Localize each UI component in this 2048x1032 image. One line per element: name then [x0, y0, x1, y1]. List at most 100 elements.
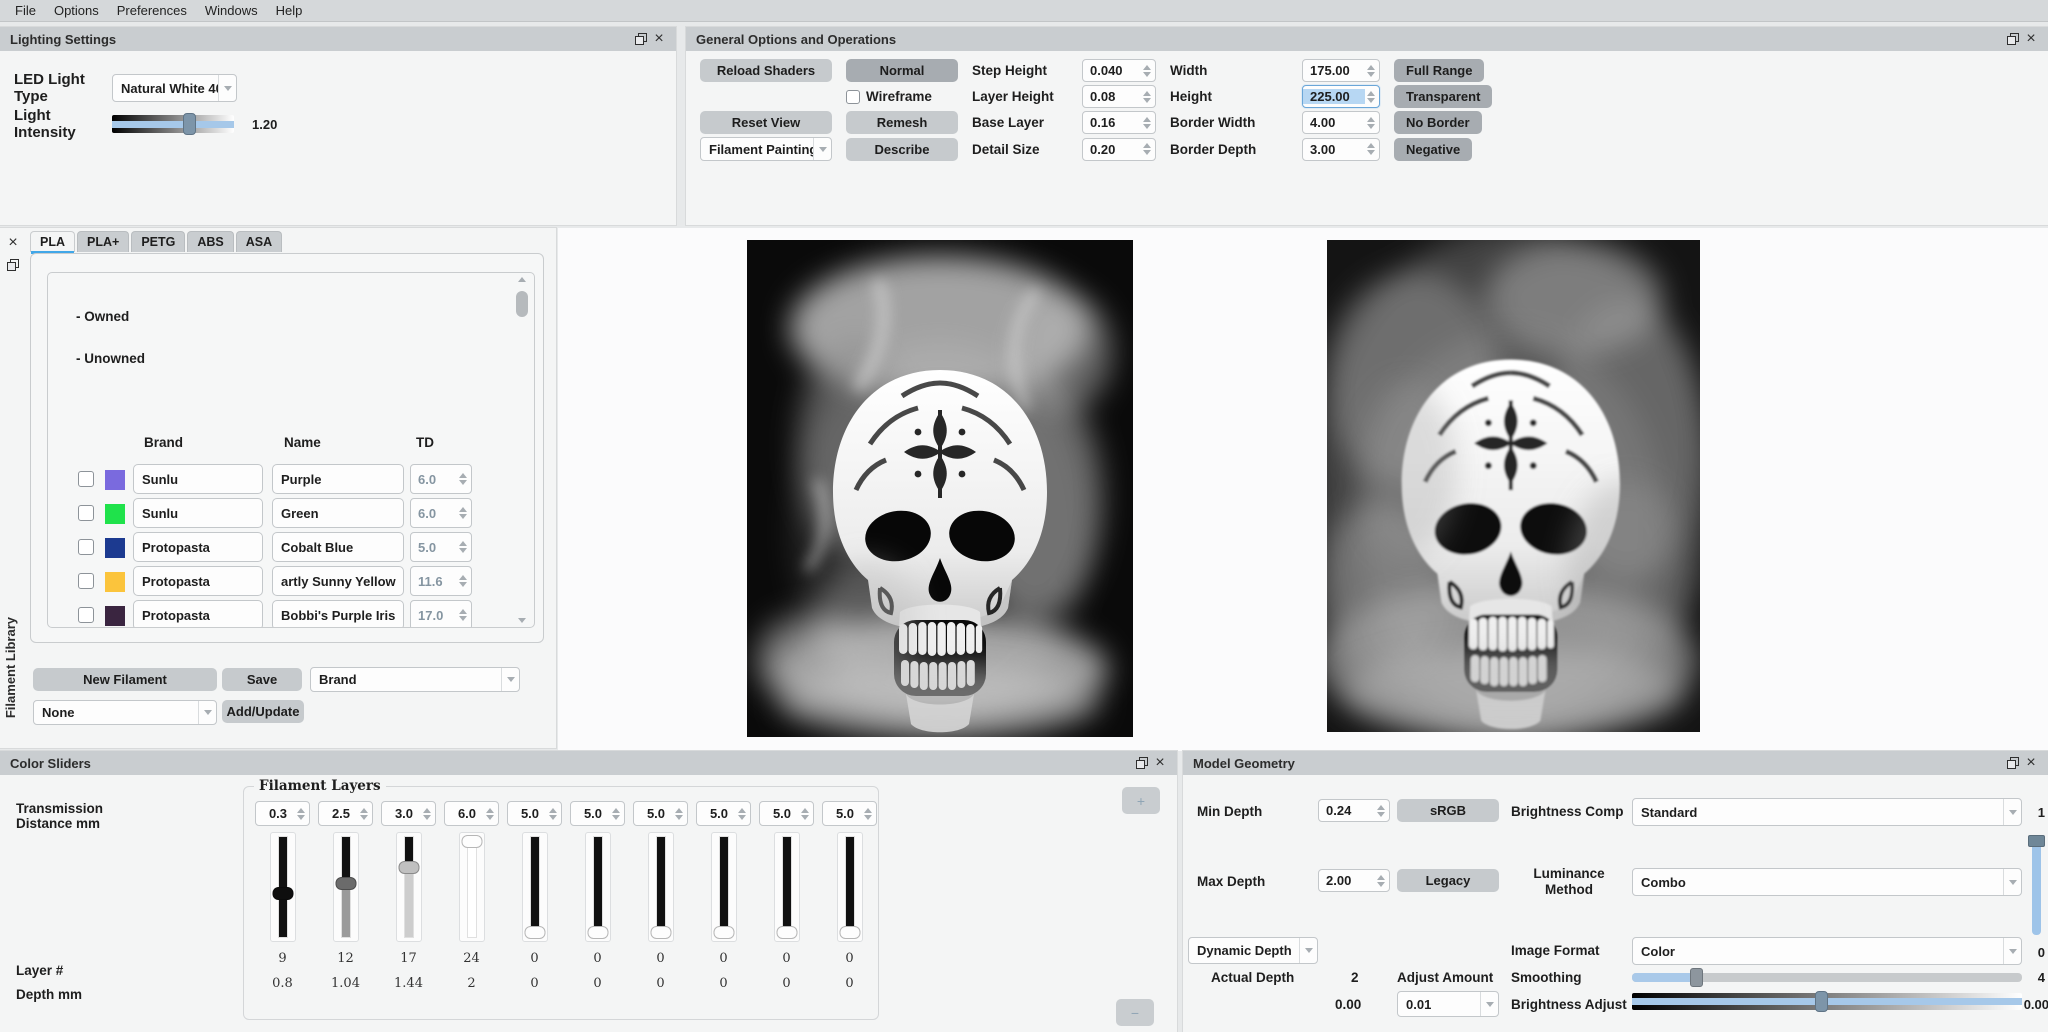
lighting-settings-titlebar[interactable]: Lighting Settings ×	[0, 27, 676, 51]
spin-arrows-icon[interactable]	[673, 808, 687, 820]
spin-arrows-icon[interactable]	[358, 808, 372, 820]
layer-slider-handle[interactable]	[650, 926, 671, 939]
spin-arrows-icon[interactable]	[457, 473, 471, 485]
float-icon[interactable]	[1133, 754, 1151, 772]
spin-arrows-icon[interactable]	[295, 808, 309, 820]
spin-arrows-icon[interactable]	[1365, 65, 1379, 77]
layer-slider-handle[interactable]	[839, 926, 860, 939]
srgb-button[interactable]: sRGB	[1397, 799, 1499, 822]
layer-slider[interactable]	[333, 832, 359, 942]
filament-checkbox[interactable]	[78, 539, 94, 555]
td-spinbox[interactable]: 5.0	[410, 532, 472, 562]
full-range-button[interactable]: Full Range	[1394, 59, 1484, 82]
brightness-comp-select[interactable]: Standard	[1632, 798, 2022, 826]
scrollbar-thumb[interactable]	[516, 291, 528, 317]
filament-color-swatch[interactable]	[105, 538, 125, 558]
filament-list-scrollbar[interactable]	[515, 277, 530, 623]
base-layer-spinbox[interactable]: 0.16	[1082, 111, 1156, 134]
spin-arrows-icon[interactable]	[1365, 117, 1379, 129]
brand-input[interactable]: Protopasta	[133, 532, 263, 562]
layer-depth-spinbox[interactable]: 3.0	[381, 801, 436, 826]
menu-options[interactable]: Options	[45, 1, 108, 20]
layer-slider-handle[interactable]	[461, 835, 482, 848]
layer-depth-spinbox[interactable]: 5.0	[696, 801, 751, 826]
tab-pla[interactable]: PLA	[30, 231, 75, 252]
filament-color-swatch[interactable]	[105, 606, 125, 626]
name-input[interactable]: Cobalt Blue	[272, 532, 404, 562]
close-icon[interactable]: ×	[650, 30, 668, 48]
scroll-up-icon[interactable]	[518, 277, 526, 282]
tab-pla-plus[interactable]: PLA+	[77, 231, 129, 252]
filament-checkbox[interactable]	[78, 505, 94, 521]
layer-depth-spinbox[interactable]: 5.0	[507, 801, 562, 826]
layer-slider-handle[interactable]	[713, 926, 734, 939]
tab-abs[interactable]: ABS	[187, 231, 233, 252]
spin-arrows-icon[interactable]	[1375, 875, 1389, 887]
remesh-button[interactable]: Remesh	[846, 111, 958, 134]
float-icon[interactable]	[632, 30, 650, 48]
filament-color-swatch[interactable]	[105, 572, 125, 592]
close-icon[interactable]: ×	[4, 234, 22, 252]
layer-slider-handle[interactable]	[587, 926, 608, 939]
td-spinbox[interactable]: 6.0	[410, 498, 472, 528]
layer-depth-spinbox[interactable]: 0.3	[255, 801, 310, 826]
td-spinbox[interactable]: 6.0	[410, 464, 472, 494]
spin-arrows-icon[interactable]	[1141, 91, 1155, 103]
led-light-type-select[interactable]: Natural White 4000K	[112, 74, 237, 102]
spin-arrows-icon[interactable]	[1375, 805, 1389, 817]
layer-slider-handle[interactable]	[335, 877, 356, 890]
adjust-amount-select[interactable]: 0.01	[1397, 991, 1499, 1017]
tree-unowned[interactable]: - Unowned	[76, 351, 145, 366]
layer-depth-spinbox[interactable]: 2.5	[318, 801, 373, 826]
spin-arrows-icon[interactable]	[457, 507, 471, 519]
close-icon[interactable]: ×	[1151, 754, 1169, 772]
layer-height-spinbox[interactable]: 0.08	[1082, 85, 1156, 108]
filter-select[interactable]: None	[33, 700, 217, 725]
spin-arrows-icon[interactable]	[1141, 143, 1155, 155]
name-input[interactable]: Purple	[272, 464, 404, 494]
model-geometry-titlebar[interactable]: Model Geometry ×	[1183, 751, 2048, 775]
menu-file[interactable]: File	[6, 1, 45, 20]
name-input[interactable]: Green	[272, 498, 404, 528]
step-height-spinbox[interactable]: 0.040	[1082, 59, 1156, 82]
smoothing-slider[interactable]	[1632, 973, 2022, 982]
negative-button[interactable]: Negative	[1394, 138, 1472, 161]
name-input[interactable]: artly Sunny Yellow	[272, 566, 404, 596]
filament-library-titlebar[interactable]: × Filament Library	[0, 228, 26, 748]
layer-depth-spinbox[interactable]: 5.0	[633, 801, 688, 826]
td-spinbox[interactable]: 11.6	[410, 566, 472, 596]
spin-arrows-icon[interactable]	[457, 609, 471, 621]
spin-arrows-icon[interactable]	[1365, 91, 1379, 103]
name-input[interactable]: Bobbi's Purple Iris	[272, 600, 404, 628]
layer-slider-handle[interactable]	[524, 926, 545, 939]
spin-arrows-icon[interactable]	[421, 808, 435, 820]
filament-color-swatch[interactable]	[105, 470, 125, 490]
filament-checkbox[interactable]	[78, 607, 94, 623]
spin-arrows-icon[interactable]	[484, 808, 498, 820]
spin-arrows-icon[interactable]	[457, 575, 471, 587]
image-format-select[interactable]: Color	[1632, 937, 2022, 965]
general-options-titlebar[interactable]: General Options and Operations ×	[686, 27, 2048, 51]
scroll-down-icon[interactable]	[518, 618, 526, 623]
reload-shaders-button[interactable]: Reload Shaders	[700, 59, 832, 82]
tab-petg[interactable]: PETG	[131, 231, 185, 252]
brand-input[interactable]: Protopasta	[133, 566, 263, 596]
light-intensity-slider[interactable]	[112, 115, 234, 133]
layer-slider[interactable]	[270, 832, 296, 942]
tab-asa[interactable]: ASA	[236, 231, 282, 252]
remove-layer-button[interactable]: −	[1116, 999, 1154, 1026]
layer-slider[interactable]	[585, 832, 611, 942]
layer-depth-spinbox[interactable]: 5.0	[759, 801, 814, 826]
brand-select[interactable]: Brand	[310, 667, 520, 692]
mode-select[interactable]: Filament Painting	[700, 137, 832, 161]
reset-view-button[interactable]: Reset View	[700, 111, 832, 134]
brand-input[interactable]: Protopasta	[133, 600, 263, 628]
new-filament-button[interactable]: New Filament	[33, 668, 217, 691]
luminance-method-select[interactable]: Combo	[1632, 868, 2022, 896]
td-spinbox[interactable]: 17.0	[410, 600, 472, 628]
normal-button[interactable]: Normal	[846, 59, 958, 82]
spin-arrows-icon[interactable]	[1141, 117, 1155, 129]
brand-input[interactable]: Sunlu	[133, 498, 263, 528]
no-border-button[interactable]: No Border	[1394, 111, 1482, 134]
width-spinbox[interactable]: 175.00	[1302, 59, 1380, 82]
